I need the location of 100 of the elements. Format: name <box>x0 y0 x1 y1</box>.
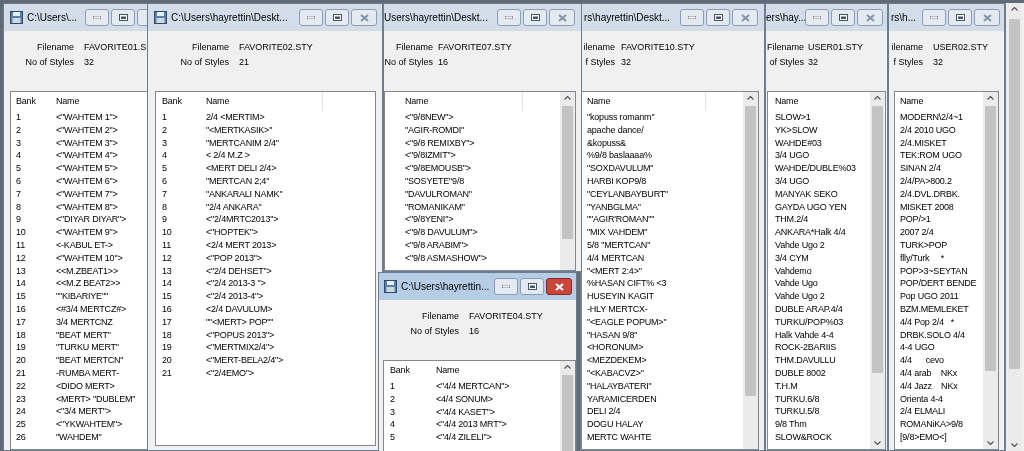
table-cell-text: 19 <box>162 341 173 355</box>
table-cell-text: 15 <box>162 290 173 303</box>
table-cell-text: WAHDE#03 <box>775 136 823 150</box>
column-header[interactable]: Name <box>436 363 536 378</box>
table-cell-text: "kopuss romanm" <box>587 111 656 124</box>
table-cell-text: 5/8 "MERTCAN" <box>587 238 652 252</box>
table-cell-text: <"WAHTEM 2"> <box>56 123 119 137</box>
table-cell-text: 21 <box>162 366 173 380</box>
window-title: Users\hayrettin\Deskt... <box>384 11 489 25</box>
table-cell-text: <<M.Z BEAT2>> <box>56 277 122 291</box>
table-cell-text: <"YKWAHTEM"> <box>56 418 124 431</box>
table-cell-text: <"DIYAR DIYAR"> <box>56 213 128 227</box>
table-cell-text: -RUMBA MERT- <box>56 366 120 380</box>
table-cell-text: <"MERTMIX2/4"> <box>206 341 275 355</box>
table-cell-text: TEK:ROM UGO <box>900 149 963 163</box>
field-value: 16 <box>438 56 448 69</box>
field-label: of Styles <box>768 56 804 69</box>
table-cell-text: Vahdemo <box>775 264 813 278</box>
table-cell-text: <"WAHTEM 3"> <box>56 136 119 150</box>
table-cell-text: 2/4/PA>800.2 <box>900 175 953 188</box>
table-cell-text: 1 <box>162 111 168 124</box>
table-cell-text: 3 <box>16 136 22 150</box>
field-value: 16 <box>469 325 479 338</box>
table-cell-text: DOGU HALAY <box>587 418 645 431</box>
table-cell-text: 2007 2/4 <box>900 226 935 239</box>
table-cell-text: <"9/8IZMIT"> <box>405 149 457 163</box>
column-header[interactable]: Bank <box>162 94 206 109</box>
window-title: C:\Users\hayrettin\Deskt... <box>171 11 289 25</box>
table-cell-text: 10 <box>162 226 173 239</box>
table-cell-text: Pop UGO 2011 <box>900 290 960 303</box>
table-cell-text: &kopuss& <box>587 136 627 150</box>
table-cell-text: <"4/4 ZILELI"> <box>436 431 493 444</box>
table-cell-text: Vahde Ugo 2 <box>775 290 826 303</box>
column-header[interactable]: Name <box>587 94 705 109</box>
field-label: No of Styles <box>384 56 433 69</box>
table-cell-text: 16 <box>16 302 27 316</box>
table-cell-text: ANKARA*Halk 4/4 <box>775 226 847 239</box>
table-cell-text: ""KIBARIYE"" <box>56 290 109 303</box>
table-cell-text: <"WAHTEM 8"> <box>56 200 119 214</box>
table-cell-text: "AGIR-ROMDI" <box>405 123 465 137</box>
table-cell-text: "DAVULROMAN" <box>405 187 473 201</box>
table-cell-text: ROCK-2BARIIS <box>775 341 838 355</box>
table-cell-text: MODERN\2/4~1 <box>900 111 964 124</box>
table-cell-text: "MERTCAN 2;4" <box>206 175 271 188</box>
table-cell-text: "<EAGLE POPUM>" <box>587 315 668 329</box>
table-cell-text: DRBK.SOLO 4/4 <box>900 328 966 342</box>
table-cell-text: Vahde Ugo <box>775 277 819 291</box>
column-header[interactable]: Name <box>775 94 865 109</box>
table-cell-text: 12 <box>162 251 173 265</box>
table-cell-text: <#3/4 MERTCZ#> <box>56 302 128 316</box>
table-cell-text: [9/8>EMO<] <box>900 430 948 444</box>
table-cell-text: 12 <box>16 251 27 265</box>
table-cell-text: 3 <box>390 405 396 419</box>
table-cell-text: WAHDE/DUBLE%03 <box>775 162 857 175</box>
table-cell-text: 6 <box>162 175 168 188</box>
table-cell-text: 18 <box>162 328 173 342</box>
table-cell-text: <"WAHTEM 6"> <box>56 175 119 188</box>
table-cell-text: "BEAT MERTCN" <box>56 354 125 367</box>
table-cell-text: -HLY MERTCX- <box>587 302 649 316</box>
table-cell-text: <<M.ZBEAT1>> <box>56 264 119 278</box>
table-cell-text: 23 <box>16 392 27 406</box>
column-header[interactable]: Name <box>56 94 147 109</box>
table-cell-text: <"HOPTEK"> <box>206 226 259 239</box>
table-cell-text: 13 <box>162 264 173 278</box>
column-header[interactable]: Name <box>206 94 322 109</box>
table-cell-text: 1 <box>390 380 396 393</box>
table-cell-text: 4/4 cevo <box>900 354 945 367</box>
table-cell-text: 7 <box>162 187 168 201</box>
table-cell-text: "<MERT 2:4>" <box>587 264 643 278</box>
table-cell-text: 21 <box>16 366 27 380</box>
table-cell-text: 6 <box>16 175 22 188</box>
table-cell-text: <"9/8 REMIXBY"> <box>405 136 476 150</box>
table-cell-text: POP/DERT BENDE <box>900 277 978 291</box>
table-cell-text: TURKU/POP%03 <box>775 315 845 329</box>
table-cell-text: "MIX VAHDEM" <box>587 226 649 239</box>
table-cell-text: ""AGIR'ROMAN"" <box>587 213 656 227</box>
table-cell-text: 25 <box>16 418 27 431</box>
table-cell-text: THM.2/4 <box>775 213 810 227</box>
table-cell-text: 4/4 Pop 2/4 * <box>900 315 956 329</box>
table-cell-text: 9 <box>162 213 168 227</box>
table-cell-text: 4/4 Jazz NKx <box>900 379 959 393</box>
column-header[interactable]: Bank <box>390 363 436 378</box>
field-value: 32 <box>84 56 94 69</box>
table-cell-text: <HORONUM> <box>587 341 645 355</box>
table-cell-text: ROMANiKA>9/8 <box>900 418 964 431</box>
field-label: No of Styles <box>179 56 229 69</box>
table-cell-text: 7 <box>16 187 22 201</box>
field-label: ilename <box>582 41 615 54</box>
column-header[interactable]: Name <box>900 94 985 109</box>
column-header[interactable]: Bank <box>16 94 56 109</box>
field-label: Filename <box>36 41 74 54</box>
field-label: No of Styles <box>24 56 74 69</box>
table-cell-text: "SOSYETE"9/8 <box>405 175 465 188</box>
window-title: rs\hayrettin\Deskt... <box>584 11 672 25</box>
table-cell-text: YK>SLOW <box>775 123 819 137</box>
table-cell-text: "SOXDAVULUM" <box>587 162 655 175</box>
table-cell-text: 9/8 Thm <box>775 418 808 431</box>
table-cell-text: 14 <box>16 277 27 291</box>
column-header[interactable]: Name <box>405 94 522 109</box>
table-cell-text: 16 <box>162 302 173 316</box>
